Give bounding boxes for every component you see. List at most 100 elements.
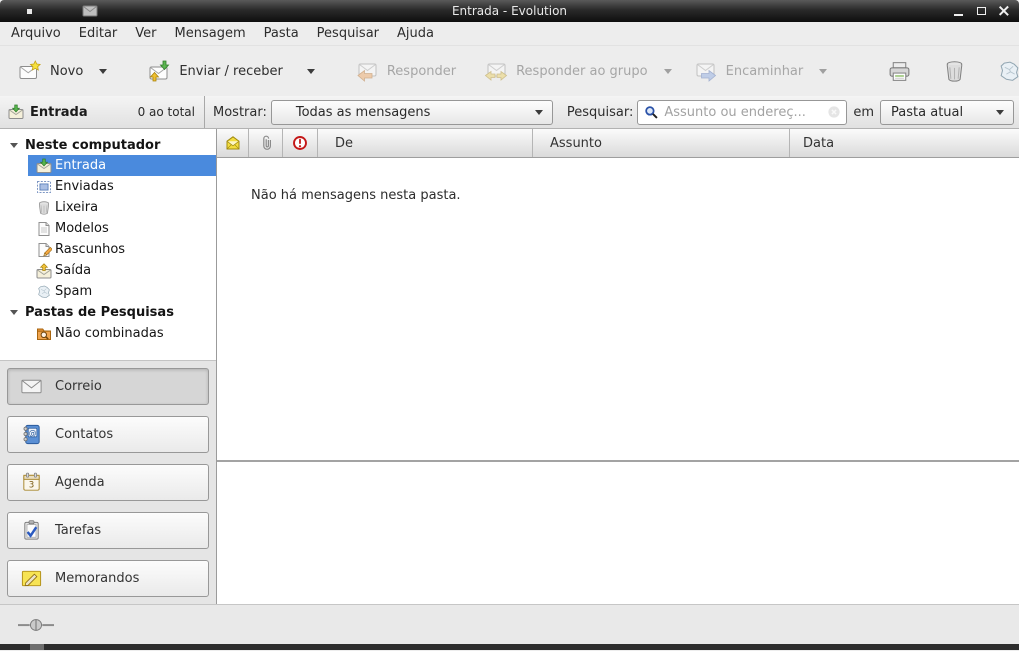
switcher-contatos-button[interactable]: Contatos <box>7 416 209 453</box>
sidebar-item-enviadas[interactable]: Enviadas <box>28 176 216 197</box>
message-area: De Assunto Data Não há mensagens nesta p… <box>217 129 1019 604</box>
folder-label: Não combinadas <box>55 326 164 341</box>
chevron-down-icon[interactable] <box>819 69 827 74</box>
new-button-label: Novo <box>50 64 83 79</box>
close-button[interactable] <box>998 4 1010 18</box>
menu-item-arquivo[interactable]: Arquivo <box>2 23 70 44</box>
delete-icon <box>942 59 967 84</box>
print-icon <box>887 59 912 84</box>
contacts-icon <box>20 423 43 446</box>
junk-icon <box>36 284 52 300</box>
empty-folder-message: Não há mensagens nesta pasta. <box>251 188 1019 203</box>
send-receive-icon <box>147 59 171 83</box>
menu-bar: Arquivo Editar Ver Mensagem Pasta Pesqui… <box>0 22 1019 46</box>
minimize-button[interactable] <box>952 4 964 18</box>
sidebar-item-rascunhos[interactable]: Rascunhos <box>28 239 216 260</box>
message-list[interactable]: Não há mensagens nesta pasta. <box>217 158 1019 460</box>
toolbar: Novo Enviar / receber Responder Responde… <box>0 46 1019 96</box>
switcher-label: Agenda <box>55 475 105 490</box>
sent-icon <box>36 179 52 195</box>
tree-group-pastas-de-pesquisas[interactable]: Pastas de Pesquisas <box>0 302 216 323</box>
message-count: 0 ao total <box>138 105 195 119</box>
column-read-status[interactable] <box>217 129 249 157</box>
reply-label: Responder <box>387 64 456 79</box>
column-priority[interactable] <box>283 129 318 157</box>
outbox-icon <box>36 263 52 279</box>
switcher-memorandos-button[interactable]: Memorandos <box>7 560 209 597</box>
show-filter-dropdown[interactable]: Todas as mensagens <box>271 100 553 125</box>
menu-item-pesquisar[interactable]: Pesquisar <box>308 23 388 44</box>
folder-label: Modelos <box>55 221 109 236</box>
sidebar-item-spam[interactable]: Spam <box>28 281 216 302</box>
chevron-down-icon[interactable] <box>99 69 107 74</box>
menu-item-pasta[interactable]: Pasta <box>255 23 308 44</box>
window-envelope-icon <box>82 5 98 17</box>
column-attachment[interactable] <box>249 129 283 157</box>
reply-group-label: Responder ao grupo <box>516 64 648 79</box>
menu-item-ajuda[interactable]: Ajuda <box>388 23 443 44</box>
switcher-label: Memorandos <box>55 571 139 586</box>
switcher-label: Tarefas <box>55 523 101 538</box>
trash-icon <box>36 200 52 216</box>
status-bar <box>0 604 1019 644</box>
online-status-button[interactable] <box>14 614 58 636</box>
folder-tree: Neste computador Entrada Enviadas Lixeir… <box>0 129 216 360</box>
send-receive-button[interactable]: Enviar / receber <box>139 54 323 88</box>
reply-group-button[interactable]: Responder ao grupo <box>476 54 680 88</box>
switcher-label: Correio <box>55 379 102 394</box>
folder-header: Entrada 0 ao total <box>0 96 205 128</box>
column-de[interactable]: De <box>318 129 533 157</box>
calendar-icon <box>20 471 43 494</box>
preview-pane <box>217 462 1019 604</box>
menu-item-mensagem[interactable]: Mensagem <box>166 23 255 44</box>
sidebar-item-entrada[interactable]: Entrada <box>28 155 216 176</box>
delete-button[interactable] <box>932 55 977 88</box>
collapse-triangle-icon[interactable] <box>10 310 18 315</box>
mail-icon <box>20 375 43 398</box>
attachment-icon <box>258 135 274 151</box>
menu-item-editar[interactable]: Editar <box>70 23 127 44</box>
column-data[interactable]: Data <box>790 129 1019 157</box>
chevron-down-icon[interactable] <box>664 69 672 74</box>
show-label: Mostrar: <box>213 105 267 120</box>
switcher-tarefas-button[interactable]: Tarefas <box>7 512 209 549</box>
reply-button[interactable]: Responder <box>347 54 464 88</box>
folder-label: Spam <box>55 284 92 299</box>
switcher-correio-button[interactable]: Correio <box>7 368 209 405</box>
new-button[interactable]: Novo <box>10 54 115 88</box>
sidebar-item-modelos[interactable]: Modelos <box>28 218 216 239</box>
column-assunto[interactable]: Assunto <box>533 129 790 157</box>
folder-label: Enviadas <box>55 179 114 194</box>
sidebar-item-nao-combinadas[interactable]: Não combinadas <box>28 323 216 344</box>
search-box <box>637 100 847 125</box>
chevron-down-icon <box>996 110 1004 115</box>
chevron-down-icon <box>535 110 543 115</box>
junk-button[interactable] <box>987 55 1019 88</box>
title-bar[interactable]: Entrada - Evolution <box>0 0 1019 22</box>
magnifier-icon[interactable] <box>644 105 659 120</box>
switcher-agenda-button[interactable]: Agenda <box>7 464 209 501</box>
read-status-icon <box>225 135 241 151</box>
sidebar-item-saida[interactable]: Saída <box>28 260 216 281</box>
draft-icon <box>36 242 52 258</box>
sidebar-item-lixeira[interactable]: Lixeira <box>28 197 216 218</box>
scope-label: em <box>853 105 874 120</box>
scope-dropdown[interactable]: Pasta atual <box>880 100 1014 125</box>
reply-icon <box>355 59 379 83</box>
chevron-down-icon[interactable] <box>307 69 315 74</box>
bottom-edge-strip <box>0 644 1019 650</box>
search-input[interactable] <box>664 105 827 120</box>
collapse-triangle-icon[interactable] <box>10 143 18 148</box>
tree-group-neste-computador[interactable]: Neste computador <box>0 135 216 155</box>
forward-button[interactable]: Encaminhar <box>686 54 836 88</box>
new-mail-icon <box>18 59 42 83</box>
clear-icon[interactable] <box>827 105 841 119</box>
send-receive-label: Enviar / receber <box>179 64 283 79</box>
inbox-icon <box>36 158 52 174</box>
junk-icon <box>997 59 1019 84</box>
menu-item-ver[interactable]: Ver <box>126 23 165 44</box>
print-button[interactable] <box>877 55 922 88</box>
search-label: Pesquisar: <box>567 105 634 120</box>
maximize-button[interactable] <box>975 4 987 18</box>
sidebar: Neste computador Entrada Enviadas Lixeir… <box>0 129 217 604</box>
